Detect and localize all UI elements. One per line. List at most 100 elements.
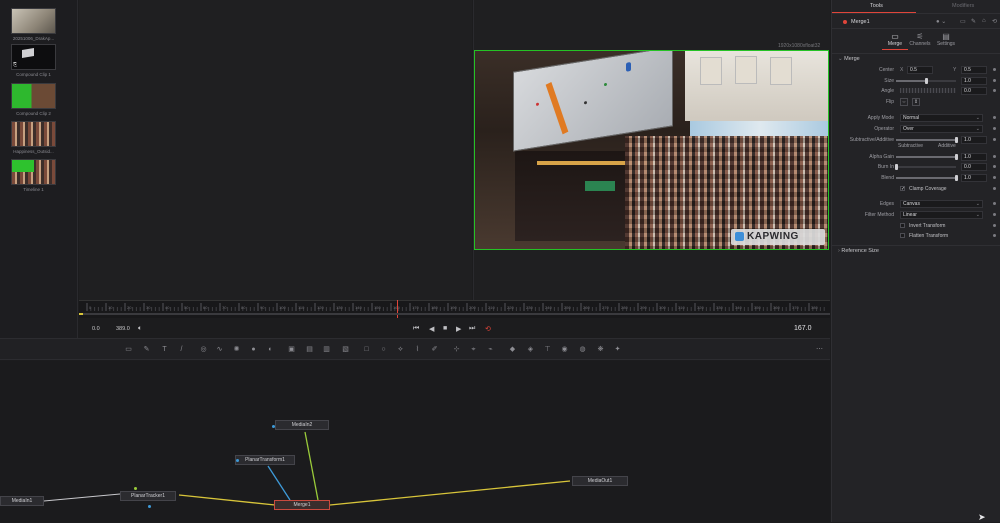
media-clip[interactable]: Compound Clip 2 xyxy=(11,83,56,116)
filter-method-dropdown[interactable]: Linear ⌄ xyxy=(900,211,983,219)
node-mediain2[interactable]: MediaIn2 xyxy=(275,420,329,430)
flatten-transform-checkbox[interactable] xyxy=(900,233,905,238)
time-range-bar[interactable] xyxy=(79,313,830,315)
operator-dropdown[interactable]: Over ⌄ xyxy=(900,125,983,133)
loop-icon[interactable]: ⟲ xyxy=(485,325,491,333)
reset-icon[interactable]: ⟲ xyxy=(992,18,997,25)
media-clip[interactable]: ⎘ Compound Clip 1 xyxy=(11,44,56,77)
emitter-tool-icon[interactable]: ✦ xyxy=(613,346,622,354)
blend-slider[interactable] xyxy=(896,175,958,181)
keyframe-dot[interactable] xyxy=(993,79,996,82)
section-reference-size[interactable]: › Reference Size xyxy=(832,245,1000,256)
text-3d-icon[interactable]: ⊤ xyxy=(543,346,552,354)
keyframe-dot[interactable] xyxy=(993,89,996,92)
clamp-coverage-checkbox[interactable]: ✓ xyxy=(900,186,905,192)
light-3d-icon[interactable]: ◉ xyxy=(560,346,569,354)
angle-wheel[interactable] xyxy=(900,88,956,93)
glow-tool-icon[interactable]: ● xyxy=(249,346,258,354)
node-planartransform[interactable]: PlanarTransform1 xyxy=(235,455,295,465)
keyframe-dot[interactable] xyxy=(993,116,996,119)
skip-start-icon[interactable]: ⏮︎ xyxy=(413,325,419,333)
lock-icon[interactable]: ⌂ xyxy=(982,18,986,24)
skip-end-icon[interactable]: ⏭︎ xyxy=(469,325,475,333)
blur-tool-icon[interactable]: ✺ xyxy=(232,346,241,354)
apply-mode-dropdown[interactable]: Normal ⌄ xyxy=(900,114,983,122)
bspline-mask-icon[interactable]: ⌇ xyxy=(413,346,422,354)
render-3d-icon[interactable]: ◍ xyxy=(578,346,587,354)
more-options-icon[interactable]: ⋯ xyxy=(815,346,824,354)
merge-tool-icon[interactable]: ▣ xyxy=(287,346,296,354)
alpha-gain-field[interactable]: 1.0 xyxy=(961,153,987,161)
keyframe-dot[interactable] xyxy=(993,155,996,158)
subtab-settings[interactable]: ▤ Settings xyxy=(933,32,959,47)
burn-in-field[interactable]: 0.0 xyxy=(961,163,987,171)
node-editor[interactable]: MediaIn2 PlanarTransform1 MediaIn1 Plana… xyxy=(0,361,938,522)
node-color-dot[interactable] xyxy=(843,20,847,24)
node-planartracker[interactable]: PlanarTracker1 xyxy=(120,491,176,501)
polygon-mask-icon[interactable]: ⟡ xyxy=(396,346,405,354)
size-slider[interactable] xyxy=(896,78,956,84)
input-port[interactable] xyxy=(148,505,151,508)
keyframe-dot[interactable] xyxy=(993,187,996,190)
start-time[interactable]: 0.0 xyxy=(92,326,100,332)
tab-modifiers[interactable]: Modifiers xyxy=(952,3,974,9)
keyframe-dot[interactable] xyxy=(993,165,996,168)
left-viewer[interactable] xyxy=(79,0,472,300)
section-merge[interactable]: ⌄ Merge xyxy=(832,53,1000,64)
paint-mask-icon[interactable]: ✐ xyxy=(430,346,439,354)
drop-tool-icon[interactable]: ◐ xyxy=(266,346,275,354)
flip-vertical-icon[interactable]: ⇕ xyxy=(912,98,920,106)
ellipse-mask-icon[interactable]: ○ xyxy=(379,346,388,354)
shape-3d-icon[interactable]: ◆ xyxy=(508,346,517,354)
keyframe-dot[interactable] xyxy=(993,127,996,130)
text-tool-icon[interactable]: T xyxy=(160,346,169,354)
channel-tool-icon[interactable]: ▤ xyxy=(305,346,314,354)
rect-mask-icon[interactable]: □ xyxy=(362,346,371,354)
center-y-field[interactable]: 0.5 xyxy=(961,66,987,74)
particle-tool-icon[interactable]: ❋ xyxy=(596,346,605,354)
subtab-channels[interactable]: ⚟ Channels xyxy=(907,32,933,47)
flip-horizontal-icon[interactable]: ⇔ xyxy=(900,98,908,106)
keyframe-dot[interactable] xyxy=(993,176,996,179)
size-field[interactable]: 1.0 xyxy=(961,77,987,85)
playhead[interactable] xyxy=(397,300,398,318)
camera-3d-icon[interactable]: ◈ xyxy=(526,346,535,354)
node-merge[interactable]: Merge1 xyxy=(274,500,330,510)
time-ruler[interactable]: 0102030405060708090100110120130140150160… xyxy=(79,300,830,318)
tracker-tool-icon[interactable]: ⊹ xyxy=(452,346,461,354)
curves-tool-icon[interactable]: ∿ xyxy=(215,346,224,354)
media-clip[interactable]: 20251006_DrakAp... xyxy=(11,8,56,41)
loader-tool-icon[interactable]: ▧ xyxy=(341,346,350,354)
keyframe-dot[interactable] xyxy=(993,202,996,205)
stabilize-tool-icon[interactable]: ⌁ xyxy=(486,346,495,354)
angle-field[interactable]: 0.0 xyxy=(961,87,987,95)
blend-field[interactable]: 1.0 xyxy=(961,174,987,182)
invert-transform-checkbox[interactable] xyxy=(900,223,905,228)
edit-icon[interactable]: ✎ xyxy=(971,18,976,25)
color-tool-icon[interactable]: ◎ xyxy=(199,346,208,354)
subtab-merge[interactable]: ▭ Merge xyxy=(882,32,908,50)
end-time[interactable]: 389.0 xyxy=(116,326,130,332)
burn-in-slider[interactable] xyxy=(894,164,956,170)
input-port[interactable] xyxy=(236,459,239,462)
keyframe-dot[interactable] xyxy=(993,234,996,237)
keyframe-dot[interactable] xyxy=(993,224,996,227)
matte-tool-icon[interactable]: ▥ xyxy=(322,346,331,354)
input-port[interactable] xyxy=(134,487,137,490)
output-port[interactable] xyxy=(272,425,275,428)
background-tool-icon[interactable]: ▭ xyxy=(124,346,133,354)
keyframe-dot[interactable] xyxy=(993,68,996,71)
edges-dropdown[interactable]: Canvas ⌄ xyxy=(900,200,983,208)
node-mediain1[interactable]: MediaIn1 xyxy=(0,496,44,506)
audio-icon[interactable]: 🔈︎ xyxy=(138,325,142,333)
play-reverse-icon[interactable]: ◀ xyxy=(429,325,434,333)
stop-icon[interactable]: ■ xyxy=(443,325,447,332)
keyframe-dot[interactable] xyxy=(993,213,996,216)
node-mediaout[interactable]: MediaOut1 xyxy=(572,476,628,486)
paint-tool-icon[interactable]: ✎ xyxy=(142,346,151,354)
media-clip[interactable]: Timeline 1 xyxy=(11,159,56,192)
current-time[interactable]: 167.0 xyxy=(794,325,812,332)
center-x-field[interactable]: 0.5 xyxy=(907,66,933,74)
alpha-gain-slider[interactable] xyxy=(896,154,958,160)
viewer-image[interactable]: KAPWING xyxy=(474,50,829,250)
